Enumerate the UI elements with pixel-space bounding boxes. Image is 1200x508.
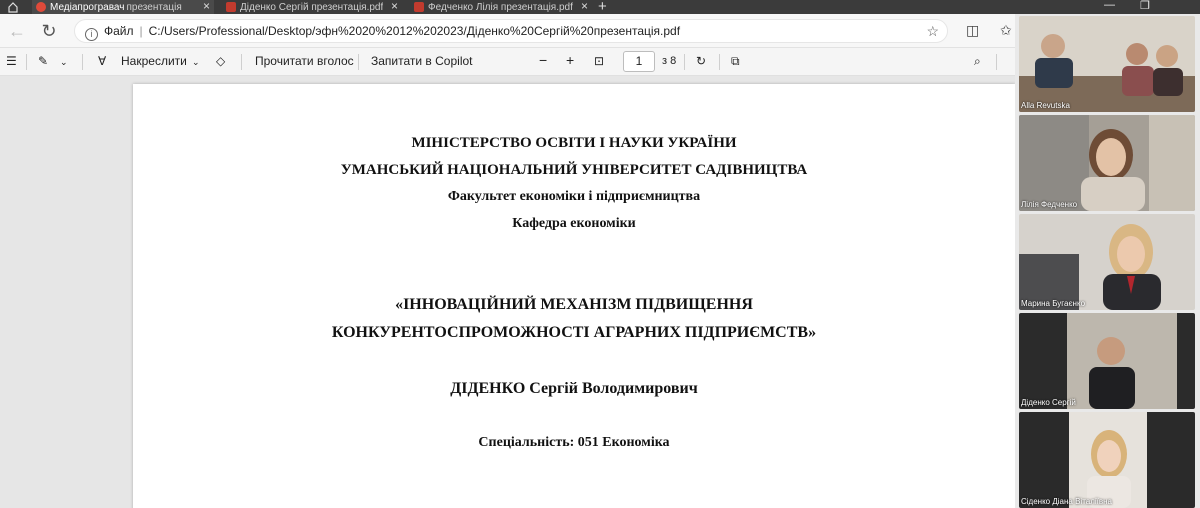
- split-screen-icon[interactable]: ◫: [966, 22, 979, 39]
- tab-bar: Медіапрогравач презентація × Діденко Сер…: [0, 0, 1200, 15]
- department-line: Кафедра економіки: [512, 216, 636, 231]
- participant-tile[interactable]: Сіденко Діана Віталіївна: [1019, 412, 1195, 508]
- highlight-icon[interactable]: ✎: [38, 54, 48, 68]
- tab-label: Федченко Лілія презентація.pdf: [428, 1, 573, 13]
- page-number-input[interactable]: 1: [623, 51, 655, 72]
- toolbar-divider: [684, 54, 685, 70]
- university-heading: УМАНСЬКИЙ НАЦІОНАЛЬНИЙ УНІВЕРСИТЕТ САДІВ…: [340, 162, 808, 178]
- tab-fedchenko-pdf[interactable]: Федченко Лілія презентація.pdf ×: [410, 0, 592, 14]
- author-name: ДІДЕНКО Сергій Володимирович: [450, 380, 698, 397]
- back-icon[interactable]: ←: [6, 20, 28, 42]
- url-divider: |: [139, 24, 143, 38]
- url-text: C:/Users/Professional/Desktop/эфн%2020%2…: [148, 24, 681, 38]
- draw-button[interactable]: Накреслити: [121, 54, 187, 68]
- tab-label: Діденко Сергій презентація.pdf: [240, 1, 384, 13]
- read-aloud-button[interactable]: Прочитати вголос: [255, 54, 354, 68]
- faculty-line: Факультет економіки і підприємництва: [447, 189, 701, 204]
- participant-tile[interactable]: Діденко Сергій: [1019, 313, 1195, 409]
- pdf-icon: [414, 2, 424, 12]
- close-icon[interactable]: ×: [203, 0, 210, 13]
- participant-tile[interactable]: Alla Revutska: [1019, 16, 1195, 112]
- pdf-toolbar: ☰ ✎ ⌄ ∀ Накреслити ⌄ ◇ Прочитати вголос …: [0, 48, 1020, 76]
- chevron-down-icon[interactable]: ⌄: [60, 57, 68, 68]
- participant-video: [1019, 214, 1195, 310]
- toolbar-divider: [719, 54, 720, 70]
- participant-name: Лілія Федченко: [1021, 200, 1078, 209]
- close-icon[interactable]: ×: [581, 0, 588, 13]
- tab-label: Медіапрогравач: [50, 1, 125, 13]
- pdf-viewer: МІНІСТЕРСТВО ОСВІТИ І НАУКИ УКРАЇНИ УМАН…: [0, 76, 1020, 508]
- draw-icon[interactable]: ∀: [98, 54, 106, 68]
- minimize-icon[interactable]: —: [1104, 0, 1115, 11]
- participant-name: Діденко Сергій: [1021, 398, 1076, 407]
- info-icon[interactable]: i: [85, 28, 98, 41]
- page-total: з 8: [662, 55, 677, 67]
- zoom-out-icon[interactable]: −: [539, 52, 547, 68]
- participant-video: [1019, 313, 1195, 409]
- tab-didenko-pdf[interactable]: Діденко Сергій презентація.pdf ×: [222, 0, 402, 14]
- toolbar-divider: [996, 54, 997, 70]
- pdf-icon: [226, 2, 236, 12]
- rotate-icon[interactable]: ↻: [696, 54, 706, 68]
- restore-icon[interactable]: ❐: [1140, 0, 1150, 12]
- video-participants-panel: Alla Revutska Лілія Федченко Марина Буга…: [1015, 14, 1200, 508]
- ministry-heading: МІНІСТЕРСТВО ОСВІТИ І НАУКИ УКРАЇНИ: [411, 135, 737, 151]
- page-view-icon[interactable]: ⧉: [731, 54, 740, 69]
- tab-label-extra: презентація: [126, 1, 182, 13]
- close-icon[interactable]: ×: [391, 0, 398, 13]
- participant-tile[interactable]: Лілія Федченко: [1019, 115, 1195, 211]
- url-scheme-label: Файл: [104, 24, 134, 38]
- search-icon[interactable]: ⌕: [974, 54, 981, 69]
- participant-video: [1019, 16, 1195, 112]
- thesis-title-line-1: «ІННОВАЦІЙНИЙ МЕХАНІЗМ ПІДВИЩЕННЯ: [395, 296, 753, 313]
- toolbar-divider: [26, 54, 27, 70]
- participant-video: [1019, 115, 1195, 211]
- eraser-icon[interactable]: ◇: [216, 54, 225, 68]
- favorites-icon[interactable]: ✩: [1000, 22, 1012, 39]
- participant-name: Марина Бугаєнко: [1021, 299, 1086, 308]
- favorite-star-icon[interactable]: ☆: [926, 20, 939, 42]
- screen: Медіапрогравач презентація × Діденко Сер…: [0, 0, 1200, 508]
- toolbar-divider: [82, 54, 83, 70]
- fit-page-icon[interactable]: ⊡: [594, 54, 604, 68]
- toolbar-divider: [241, 54, 242, 70]
- refresh-icon[interactable]: ↻: [38, 20, 60, 42]
- pdf-page: МІНІСТЕРСТВО ОСВІТИ І НАУКИ УКРАЇНИ УМАН…: [133, 84, 1015, 508]
- participant-name: Alla Revutska: [1021, 101, 1070, 110]
- thesis-title-line-2: КОНКУРЕНТОСПРОМОЖНОСТІ АГРАРНИХ ПІДПРИЄМ…: [331, 324, 817, 341]
- ask-copilot-button[interactable]: Запитати в Copilot: [371, 54, 473, 68]
- tab-media-player[interactable]: Медіапрогравач презентація ×: [32, 0, 214, 14]
- chevron-down-icon[interactable]: ⌄: [192, 57, 200, 68]
- participant-video: [1019, 412, 1195, 508]
- home-icon[interactable]: [6, 0, 20, 14]
- participant-name: Сіденко Діана Віталіївна: [1021, 497, 1113, 506]
- toolbar-divider: [358, 54, 359, 70]
- specialty-line: Спеціальність: 051 Економіка: [478, 435, 670, 450]
- media-player-icon: [36, 2, 46, 12]
- participant-tile[interactable]: Марина Бугаєнко: [1019, 214, 1195, 310]
- zoom-in-icon[interactable]: +: [566, 52, 574, 68]
- new-tab-icon[interactable]: +: [598, 0, 607, 15]
- contents-icon[interactable]: ☰: [6, 54, 17, 68]
- url-field[interactable]: i Файл | C:/Users/Professional/Desktop/эфн%…: [74, 19, 948, 43]
